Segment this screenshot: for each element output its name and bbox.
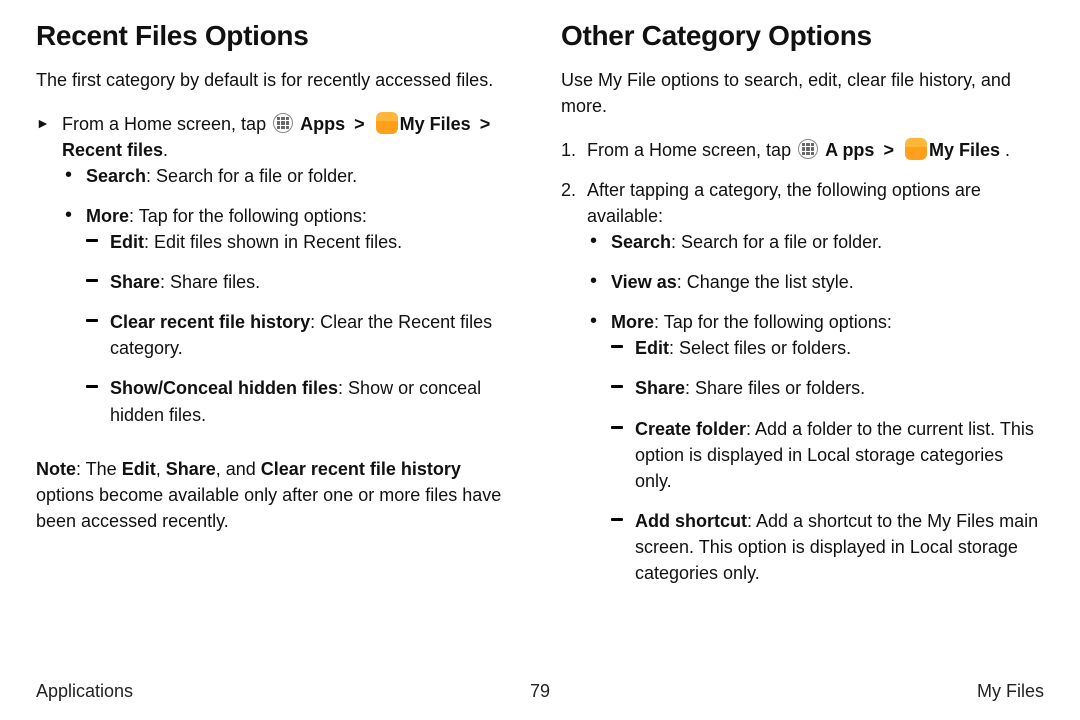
apps-label: A pps bbox=[825, 140, 874, 160]
label: Create folder bbox=[635, 419, 746, 439]
text: . bbox=[163, 140, 168, 160]
left-main-step: From a Home screen, tap Apps > My Files … bbox=[36, 111, 519, 442]
left-intro: The first category by default is for rec… bbox=[36, 67, 519, 93]
desc: : Change the list style. bbox=[677, 272, 854, 292]
dash-edit: Edit: Select files or folders. bbox=[611, 335, 1044, 361]
text: Share bbox=[166, 459, 216, 479]
label: Show/Conceal hidden files bbox=[110, 378, 338, 398]
text: . bbox=[1000, 140, 1010, 160]
label: Share bbox=[635, 378, 685, 398]
apps-grid-icon bbox=[798, 139, 818, 159]
footer-left: Applications bbox=[36, 681, 530, 702]
text: Edit bbox=[122, 459, 156, 479]
heading-recent-files-options: Recent Files Options bbox=[36, 16, 519, 57]
dash-share: Share: Share files. bbox=[86, 269, 519, 295]
desc: : Tap for the following options: bbox=[129, 206, 367, 226]
my-files-folder-icon bbox=[905, 138, 927, 160]
text: From a Home screen, tap bbox=[587, 140, 791, 160]
right-more-sublist: Edit: Select files or folders. Share: Sh… bbox=[611, 335, 1044, 586]
page-number: 79 bbox=[530, 681, 550, 702]
apps-label: Apps bbox=[300, 114, 345, 134]
bullet-view-as: View as: Change the list style. bbox=[587, 269, 1044, 295]
label: Search bbox=[86, 166, 146, 186]
desc: : Share files or folders. bbox=[685, 378, 865, 398]
step-2: 2. After tapping a category, the followi… bbox=[561, 177, 1044, 600]
myfiles-label: My Files bbox=[400, 114, 471, 134]
desc: : Edit files shown in Recent files. bbox=[144, 232, 402, 252]
apps-grid-icon bbox=[273, 113, 293, 133]
two-column-layout: Recent Files Options The first category … bbox=[36, 16, 1044, 675]
label: View as bbox=[611, 272, 677, 292]
left-more-sublist: Edit: Edit files shown in Recent files. … bbox=[86, 229, 519, 428]
left-column: Recent Files Options The first category … bbox=[36, 16, 519, 675]
text: From a Home screen, tap bbox=[62, 114, 266, 134]
my-files-folder-icon bbox=[376, 112, 398, 134]
bullet-search: Search: Search for a file or folder. bbox=[587, 229, 1044, 255]
desc: : Search for a file or folder. bbox=[671, 232, 882, 252]
desc: : Tap for the following options: bbox=[654, 312, 892, 332]
right-column: Other Category Options Use My File optio… bbox=[561, 16, 1044, 675]
text: , bbox=[156, 459, 166, 479]
manual-page: Recent Files Options The first category … bbox=[0, 0, 1080, 720]
step-1-content: From a Home screen, tap A pps > My Files… bbox=[587, 137, 1044, 163]
text: Clear recent file history bbox=[261, 459, 461, 479]
recent-files-label: Recent files bbox=[62, 140, 163, 160]
page-footer: Applications 79 My Files bbox=[36, 675, 1044, 720]
desc: : Search for a file or folder. bbox=[146, 166, 357, 186]
label: More bbox=[86, 206, 129, 226]
dash-add-shortcut: Add shortcut: Add a shortcut to the My F… bbox=[611, 508, 1044, 586]
bullet-search: Search: Search for a file or folder. bbox=[62, 163, 519, 189]
left-bullets: Search: Search for a file or folder. Mor… bbox=[62, 163, 519, 428]
right-bullets: Search: Search for a file or folder. Vie… bbox=[587, 229, 1044, 586]
heading-other-category-options: Other Category Options bbox=[561, 16, 1044, 57]
myfiles-label: My Files bbox=[929, 140, 1000, 160]
dash-edit: Edit: Edit files shown in Recent files. bbox=[86, 229, 519, 255]
bullet-more: More: Tap for the following options: Edi… bbox=[62, 203, 519, 428]
text: options become available only after one … bbox=[36, 485, 501, 531]
label: Share bbox=[110, 272, 160, 292]
label: Add shortcut bbox=[635, 511, 747, 531]
label: Edit bbox=[635, 338, 669, 358]
dash-create-folder: Create folder: Add a folder to the curre… bbox=[611, 416, 1044, 494]
chevron-icon: > bbox=[354, 114, 365, 134]
dash-clear-history: Clear recent file history: Clear the Rec… bbox=[86, 309, 519, 361]
right-numbered-list: 1. From a Home screen, tap A pps > My Fi… bbox=[561, 137, 1044, 600]
text: , and bbox=[216, 459, 261, 479]
note-label: Note bbox=[36, 459, 76, 479]
text: : The bbox=[76, 459, 122, 479]
label: Edit bbox=[110, 232, 144, 252]
left-step-content: From a Home screen, tap Apps > My Files … bbox=[62, 111, 519, 442]
desc: : Select files or folders. bbox=[669, 338, 851, 358]
bullet-more: More: Tap for the following options: Edi… bbox=[587, 309, 1044, 586]
triangle-bullet-icon bbox=[36, 111, 62, 137]
step-1: 1. From a Home screen, tap A pps > My Fi… bbox=[561, 137, 1044, 163]
label: Search bbox=[611, 232, 671, 252]
chevron-icon: > bbox=[883, 140, 894, 160]
footer-right: My Files bbox=[550, 681, 1044, 702]
label: More bbox=[611, 312, 654, 332]
number-marker: 2. bbox=[561, 177, 587, 600]
left-note: Note: The Edit, Share, and Clear recent … bbox=[36, 456, 519, 534]
label: Clear recent file history bbox=[110, 312, 310, 332]
dash-show-hidden: Show/Conceal hidden files: Show or conce… bbox=[86, 375, 519, 427]
text: After tapping a category, the following … bbox=[587, 180, 981, 226]
step-2-content: After tapping a category, the following … bbox=[587, 177, 1044, 600]
desc: : Share files. bbox=[160, 272, 260, 292]
number-marker: 1. bbox=[561, 137, 587, 163]
dash-share: Share: Share files or folders. bbox=[611, 375, 1044, 401]
right-intro: Use My File options to search, edit, cle… bbox=[561, 67, 1044, 119]
chevron-icon: > bbox=[480, 114, 491, 134]
